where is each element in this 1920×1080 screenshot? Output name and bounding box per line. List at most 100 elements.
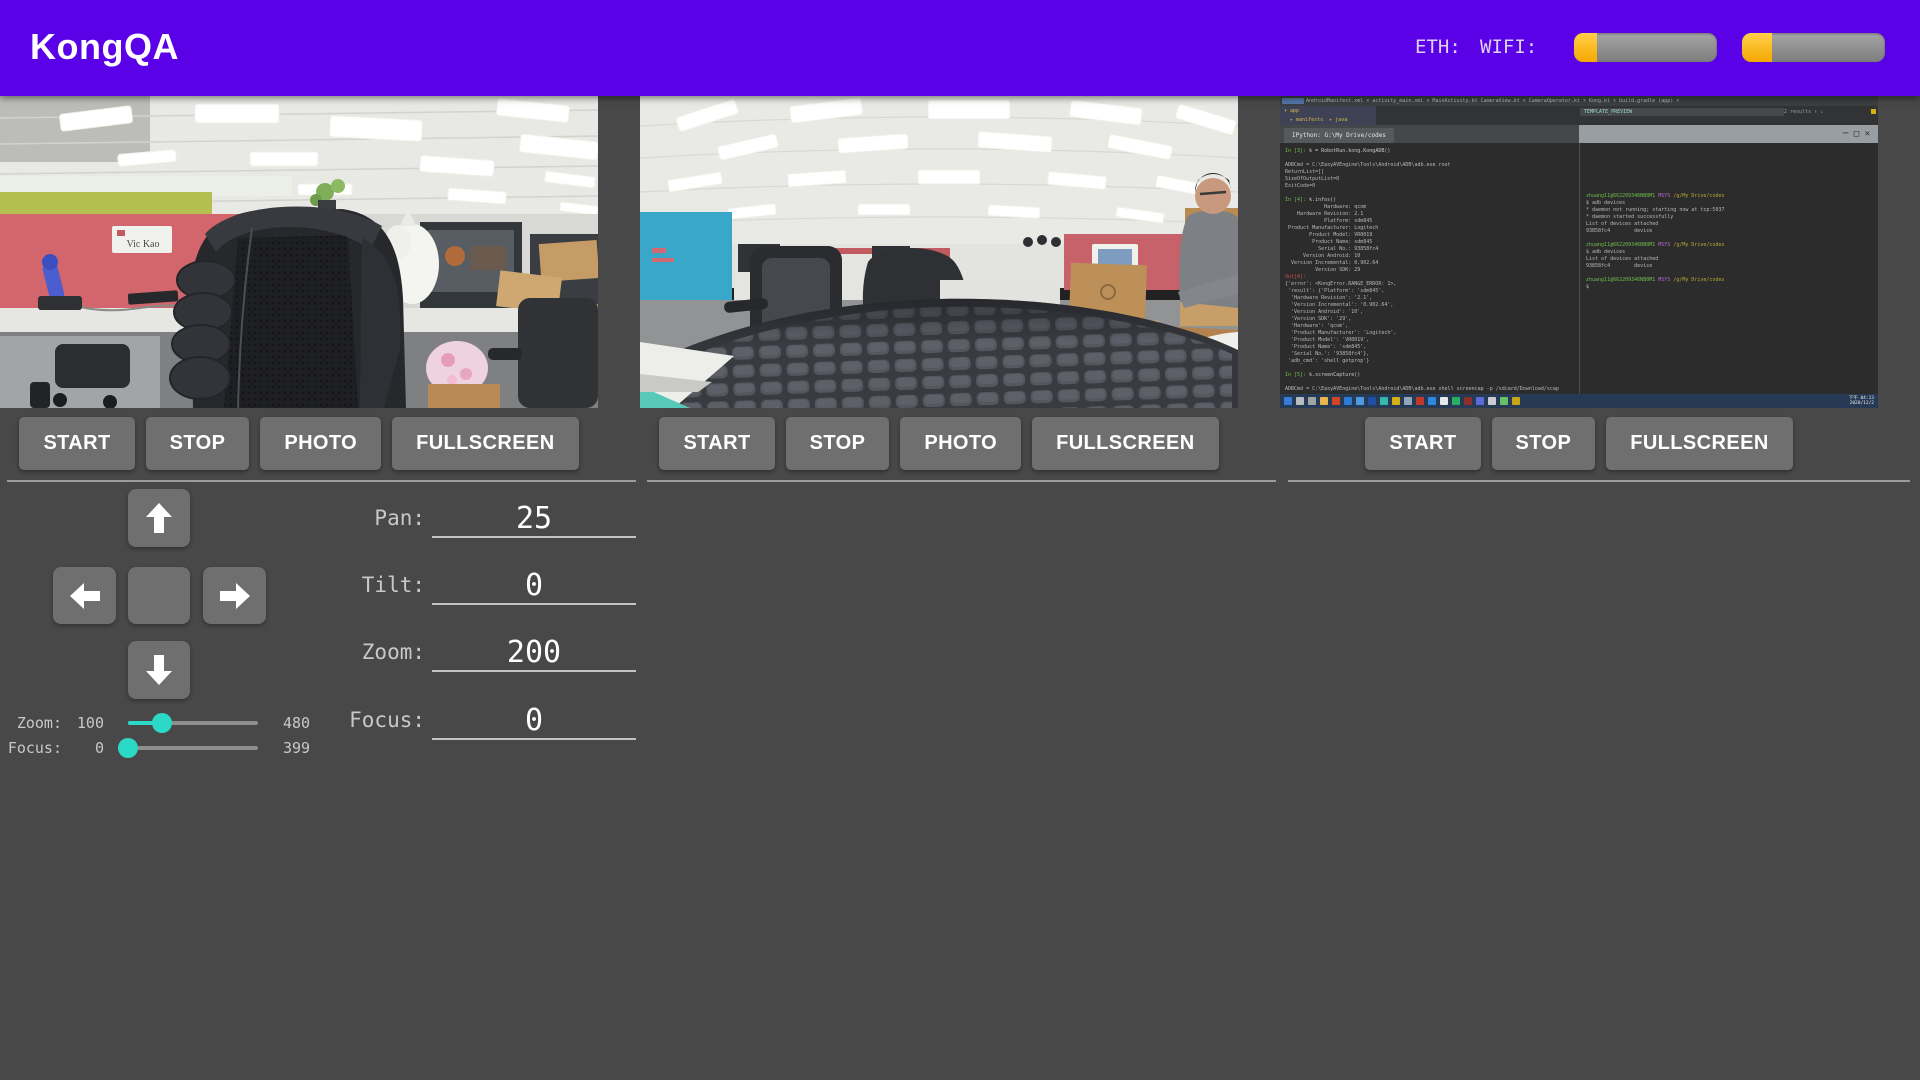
console-line: 'Hardware Revision': '2.1', [1285, 295, 1578, 302]
pc-desktop-capture: AndroidManifest.xml × activity_main.xml … [1280, 96, 1878, 408]
ide-editor-strip: ▾ app ▸ manifests ▸ java TEMPLATE_PREVIE… [1280, 106, 1878, 125]
console-line: $ adb devices [1586, 249, 1878, 256]
kongqa-app: KongQA ETH: WIFI: [0, 0, 1920, 1080]
tilt-down-button[interactable] [128, 641, 190, 699]
console-line: 'Version Incremental': '0.902.64', [1285, 302, 1578, 309]
zoom-slider-thumb[interactable] [152, 713, 172, 733]
app-header: KongQA ETH: WIFI: [0, 0, 1920, 96]
zoom-input[interactable]: 200 [432, 632, 636, 672]
zoom-slider-min: 100 [56, 714, 104, 732]
zoom-slider[interactable] [128, 721, 258, 725]
console-line: 'Product Name': 'sdm845', [1285, 344, 1578, 351]
eth-label: ETH: [1415, 36, 1461, 58]
console-line: Out[4]: [1285, 274, 1578, 281]
console-line: ADBCmd = C:\EasyAVEngine\Tools\Android\A… [1285, 162, 1578, 169]
console-line: 93858fc4 device [1586, 263, 1878, 270]
pan-label: Pan: [329, 506, 425, 530]
taskbar-icon [1296, 397, 1304, 405]
msys-terminal: zhuang11@662209346NB0M1 MSYS /g/My Drive… [1579, 143, 1878, 394]
console-line: List of devices attached [1586, 256, 1878, 263]
ide-tab-bar: AndroidManifest.xml × activity_main.xml … [1280, 96, 1878, 106]
tilt-value: 0 [525, 568, 543, 603]
console-line: 'Hardware': 'qcom', [1285, 323, 1578, 330]
camera3-feed: AndroidManifest.xml × activity_main.xml … [1280, 96, 1878, 408]
pan-tilt-center-button[interactable] [128, 567, 190, 624]
focus-value: 0 [525, 703, 543, 738]
console-line: 'Product Manufacturer': 'Logitech', [1285, 330, 1578, 337]
pan-input[interactable]: 25 [432, 498, 636, 538]
camera2-photo-button[interactable]: PHOTO [900, 417, 1021, 470]
arrow-up-icon [146, 503, 172, 533]
taskbar-icon [1380, 397, 1388, 405]
console-line: Serial No.: 93858fc4 [1285, 246, 1578, 253]
camera3-button-row: START STOP FULLSCREEN [1280, 417, 1878, 470]
taskbar-icon [1392, 397, 1400, 405]
camera3-fullscreen-button[interactable]: FULLSCREEN [1606, 417, 1792, 470]
section-divider-2 [647, 480, 1276, 482]
focus-slider-thumb[interactable] [118, 738, 138, 758]
arrow-down-icon [146, 655, 172, 685]
console-line: Product Name: sdm845 [1285, 239, 1578, 246]
app-title: KongQA [30, 26, 179, 68]
pan-value: 25 [516, 501, 552, 536]
wifi-signal-bar [1742, 33, 1885, 62]
camera1-fullscreen-button[interactable]: FULLSCREEN [392, 417, 578, 470]
camera1-photo-button[interactable]: PHOTO [260, 417, 381, 470]
console-line: List of devices attached [1586, 221, 1878, 228]
taskbar-icon [1332, 397, 1340, 405]
console-line: $ [1586, 284, 1878, 291]
camera2-button-row: START STOP PHOTO FULLSCREEN [640, 417, 1238, 470]
console-line: Version SDK: 29 [1285, 267, 1578, 274]
console-line: {'error': <KongError.RANGE_ERROR: 1>, [1285, 281, 1578, 288]
console-line: $ adb devices [1586, 200, 1878, 207]
console-line: zhuang11@662209346NB0M1 MSYS /g/My Drive… [1586, 242, 1878, 249]
camera2-start-button[interactable]: START [659, 417, 774, 470]
console-line: Hardware Revision: 2.1 [1285, 211, 1578, 218]
section-divider-1 [7, 480, 636, 482]
console-line [1586, 270, 1878, 277]
console-line: 'Product Model': 'VR0019', [1285, 337, 1578, 344]
console-line: zhuang11@662209346NB0M1 MSYS /g/My Drive… [1586, 277, 1878, 284]
scrollbar-mark [1871, 109, 1876, 114]
camera1-stop-button[interactable]: STOP [146, 417, 250, 470]
tilt-label: Tilt: [329, 573, 425, 597]
camera1-feed: Vic Kao [0, 96, 598, 408]
zoom-value: 200 [507, 635, 561, 670]
taskbar-icon [1512, 397, 1520, 405]
camera1-button-row: START STOP PHOTO FULLSCREEN [0, 417, 598, 470]
camera2-stop-button[interactable]: STOP [786, 417, 890, 470]
console-line: In [3]: k = RobotRun.kong.KongADB() [1285, 148, 1578, 155]
camera3-start-button[interactable]: START [1365, 417, 1480, 470]
camera2-scene [640, 96, 1238, 408]
taskbar-icons [1284, 397, 1520, 405]
camera2-feed [640, 96, 1238, 408]
console-line [1586, 235, 1878, 242]
console-line: zhuang11@662209346NB0M1 MSYS /g/My Drive… [1586, 193, 1878, 200]
console-line: ExitCode=0 [1285, 183, 1578, 190]
tilt-up-button[interactable] [128, 489, 190, 547]
taskbar-icon [1320, 397, 1328, 405]
console-line: * daemon not running; starting now at tc… [1586, 207, 1878, 214]
camera1-start-button[interactable]: START [19, 417, 134, 470]
camera2-fullscreen-button[interactable]: FULLSCREEN [1032, 417, 1218, 470]
taskbar-icon [1440, 397, 1448, 405]
taskbar-icon [1356, 397, 1364, 405]
focus-slider[interactable] [128, 746, 258, 750]
focus-input[interactable]: 0 [432, 700, 636, 740]
camera3-stop-button[interactable]: STOP [1492, 417, 1596, 470]
pan-left-button[interactable] [53, 567, 116, 624]
taskbar-icon [1476, 397, 1484, 405]
ide-window-icon [1282, 98, 1304, 104]
tilt-input[interactable]: 0 [432, 565, 636, 605]
console-line: 93858fc4 device [1586, 228, 1878, 235]
console-line: In [5]: k.screenCapture() [1285, 372, 1578, 379]
console-line: SizeOfOutputList=0 [1285, 176, 1578, 183]
console-line: Product Model: VR0019 [1285, 232, 1578, 239]
pan-right-button[interactable] [203, 567, 266, 624]
taskbar-icon [1368, 397, 1376, 405]
eth-signal-bar [1574, 33, 1717, 62]
console-line: 'adb_cmd': 'shell getprop'} [1285, 358, 1578, 365]
taskbar-icon [1404, 397, 1412, 405]
console-line [1285, 190, 1578, 197]
ide-search-results: 2 results ↑ ↓ [1784, 108, 1823, 116]
